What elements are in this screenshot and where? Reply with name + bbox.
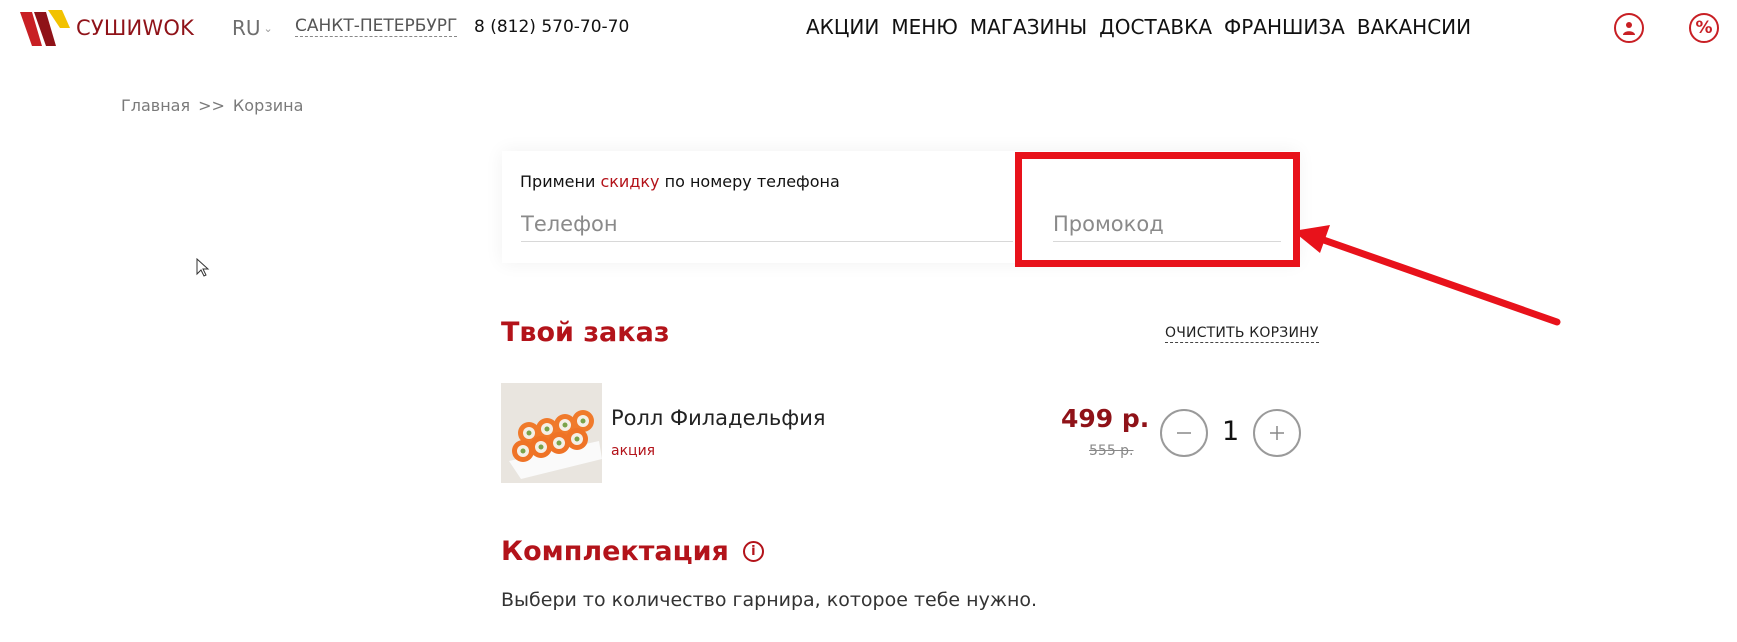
- product-promo-tag: акция: [611, 443, 656, 459]
- mouse-cursor-icon: [196, 258, 210, 277]
- discount-link[interactable]: скидку: [600, 172, 659, 191]
- nav-item-promotions[interactable]: АКЦИИ: [806, 15, 879, 39]
- nav-item-vacancies[interactable]: ВАКАНСИИ: [1357, 15, 1471, 39]
- product-price: 499 р.: [1061, 404, 1150, 433]
- language-label: RU: [232, 16, 261, 40]
- language-selector[interactable]: RU ⌄: [232, 16, 273, 40]
- clear-cart-button[interactable]: ОЧИСТИТЬ КОРЗИНУ: [1165, 324, 1319, 343]
- order-title: Твой заказ: [501, 317, 670, 348]
- chevron-down-icon: ⌄: [263, 21, 273, 35]
- discount-text-before: Примени: [520, 172, 601, 191]
- minus-icon: [1177, 432, 1191, 434]
- promo-highlight-box: [1015, 152, 1300, 267]
- nav-item-delivery[interactable]: ДОСТАВКА: [1099, 15, 1212, 39]
- nav-item-menu[interactable]: МЕНЮ: [891, 15, 958, 39]
- user-icon[interactable]: [1614, 13, 1644, 43]
- discount-prompt: Примени скидку по номеру телефона: [520, 172, 840, 191]
- breadcrumb-current: Корзина: [232, 96, 304, 115]
- product-name[interactable]: Ролл Филадельфия: [611, 406, 826, 430]
- breadcrumb-home[interactable]: Главная: [121, 96, 190, 115]
- breadcrumb: Главная >> Корзина: [121, 96, 303, 115]
- info-icon[interactable]: i: [742, 541, 764, 562]
- increase-quantity-button[interactable]: [1253, 409, 1301, 457]
- breadcrumb-separator: >>: [198, 96, 225, 115]
- logo[interactable]: СУШИWOK: [18, 8, 194, 48]
- site-header: СУШИWOK RU ⌄ САНКТ-ПЕТЕРБУРГ 8 (812) 570…: [0, 0, 1737, 56]
- percent-icon[interactable]: %: [1689, 13, 1719, 43]
- product-old-price: 555 р.: [1089, 443, 1134, 459]
- logo-text: СУШИWOK: [76, 16, 195, 40]
- annotation-arrow-icon: [1293, 225, 1561, 326]
- kit-title-text: Комплектация: [501, 536, 729, 567]
- plus-icon: [1270, 426, 1284, 440]
- kit-title: Комплектация i: [501, 536, 764, 567]
- decrease-quantity-button[interactable]: [1160, 409, 1208, 457]
- nav-item-stores[interactable]: МАГАЗИНЫ: [970, 15, 1087, 39]
- header-phone[interactable]: 8 (812) 570-70-70: [474, 17, 629, 37]
- quantity-value: 1: [1222, 416, 1240, 447]
- kit-description: Выбери то количество гарнира, которое те…: [501, 589, 1038, 611]
- discount-text-after: по номеру телефона: [659, 172, 840, 191]
- logo-mark-icon: [20, 10, 70, 46]
- main-nav: АКЦИИ МЕНЮ МАГАЗИНЫ ДОСТАВКА ФРАНШИЗА ВА…: [806, 15, 1471, 39]
- product-image[interactable]: [501, 383, 602, 483]
- city-selector[interactable]: САНКТ-ПЕТЕРБУРГ: [295, 17, 458, 37]
- nav-item-franchise[interactable]: ФРАНШИЗА: [1224, 15, 1345, 39]
- phone-input[interactable]: [521, 206, 1013, 242]
